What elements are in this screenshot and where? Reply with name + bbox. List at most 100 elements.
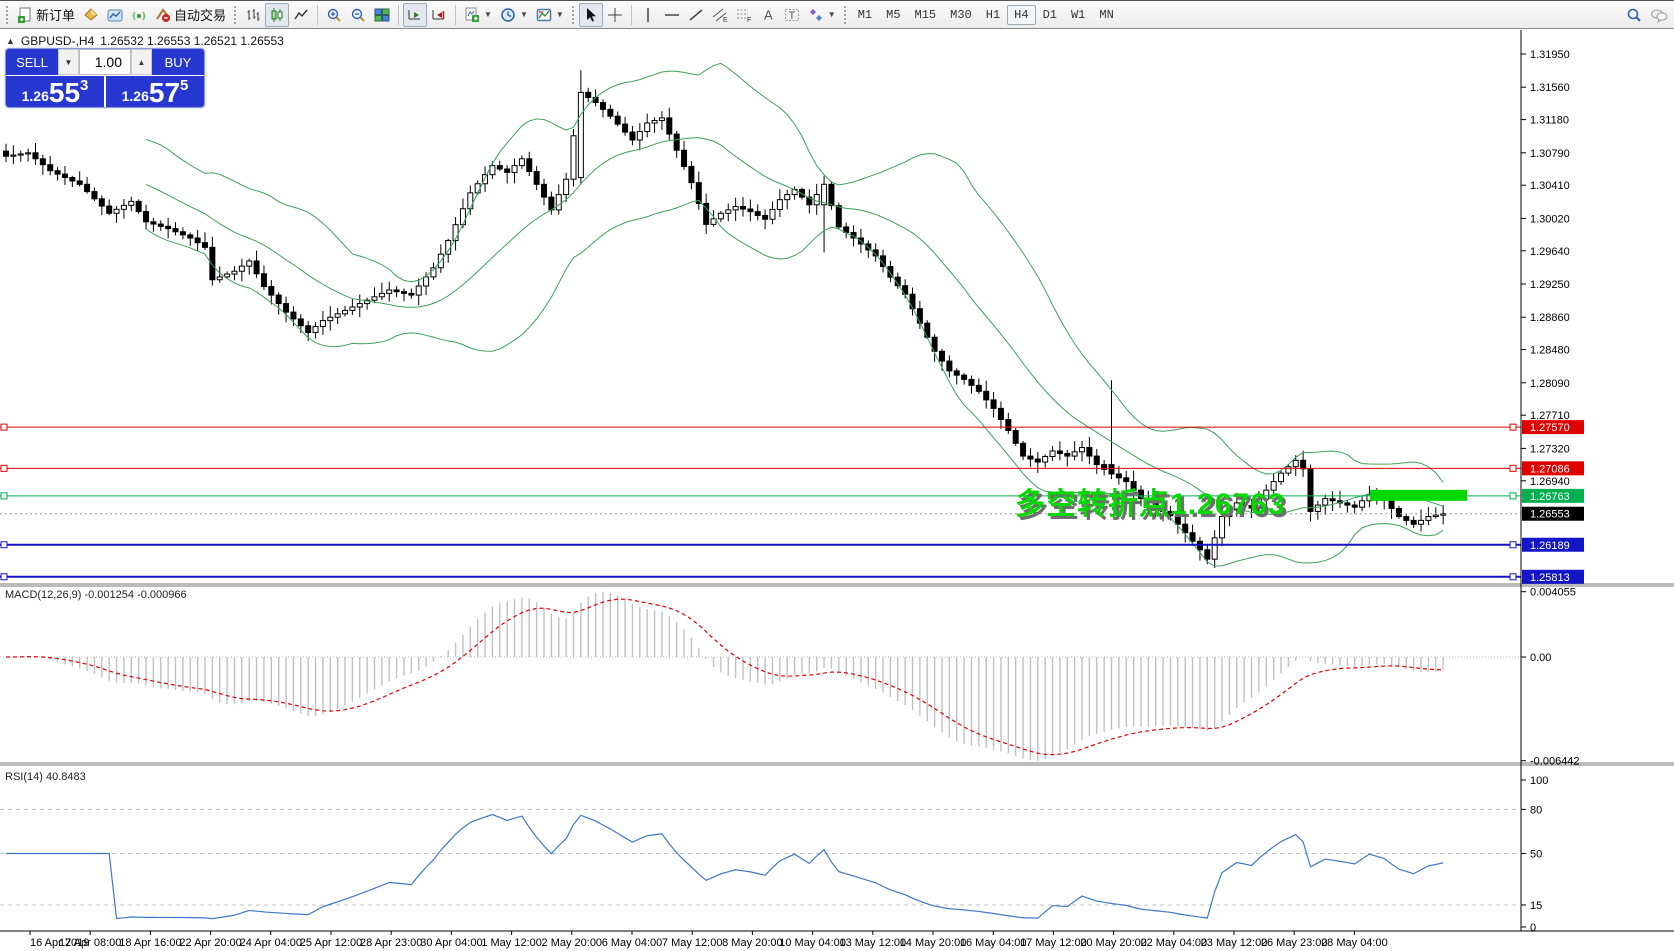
svg-text:100: 100 (1530, 775, 1548, 787)
fibonacci-button[interactable]: F (732, 3, 756, 27)
hline-handle[interactable] (1, 493, 7, 499)
text-label-icon: T (784, 7, 800, 23)
svg-text:-0.006442: -0.006442 (1530, 756, 1580, 768)
cursor-button[interactable] (579, 3, 603, 27)
rsi-pane[interactable] (0, 809, 1521, 918)
svg-text:10 May 04:00: 10 May 04:00 (779, 937, 846, 949)
line-chart-icon (293, 7, 309, 23)
timeframe-m15[interactable]: M15 (908, 5, 944, 25)
auto-trading-button[interactable]: 自动交易 (151, 3, 230, 27)
highlight-zone-bar[interactable] (1370, 490, 1467, 501)
hline-handle[interactable] (1510, 542, 1516, 548)
macd-pane[interactable] (0, 592, 1521, 761)
chart-shift-icon (431, 7, 447, 23)
buy-price-prefix: 1.26 (122, 88, 149, 104)
svg-text:1 May 12:00: 1 May 12:00 (481, 937, 542, 949)
candlestick-button[interactable] (265, 3, 289, 27)
indicators-button[interactable]: ▼ (460, 3, 496, 27)
buy-price-panel[interactable]: 1.26 57 5 (106, 76, 204, 107)
periods-icon (500, 7, 516, 23)
bar-chart-button[interactable] (241, 3, 265, 27)
vertical-line-button[interactable] (636, 3, 660, 27)
hline-handle[interactable] (1, 574, 7, 580)
trendline-button[interactable] (684, 3, 708, 27)
hline-handle[interactable] (1510, 574, 1516, 580)
chart-area[interactable]: 1.319501.315601.311801.307901.304101.300… (0, 30, 1674, 951)
line-chart-button[interactable] (289, 3, 313, 27)
svg-text:15: 15 (1530, 900, 1542, 912)
sell-button[interactable]: SELL (6, 49, 58, 75)
text-button[interactable]: A (756, 3, 780, 27)
symbol-info-line: ▲ GBPUSD-,H4 1.26532 1.26553 1.26521 1.2… (6, 34, 284, 48)
sell-price-big: 55 (49, 80, 80, 106)
toolbar-grip[interactable] (5, 5, 10, 25)
timeframe-h1[interactable]: H1 (979, 5, 1007, 25)
timeframe-w1[interactable]: W1 (1064, 5, 1092, 25)
buy-price-big: 57 (149, 80, 180, 106)
horizontal-line-button[interactable] (660, 3, 684, 27)
zoom-in-button[interactable] (322, 3, 346, 27)
hline-handle[interactable] (1, 542, 7, 548)
tile-windows-button[interactable] (370, 3, 394, 27)
svg-text:0.00: 0.00 (1530, 652, 1551, 664)
toolbar-grip[interactable] (233, 5, 238, 25)
toolbar-grip[interactable] (843, 5, 848, 25)
styler-icon (83, 7, 99, 23)
svg-text:22 Apr 20:00: 22 Apr 20:00 (179, 937, 241, 949)
chart-annotation-text[interactable]: 多空转折点1.26763 (1015, 479, 1285, 523)
one-click-trading-panel: SELL ▼ ▲ BUY 1.26 55 3 1.26 57 5 (5, 48, 205, 108)
volume-increase-button[interactable]: ▲ (131, 49, 152, 75)
timeframe-mn[interactable]: MN (1092, 5, 1120, 25)
svg-text:24 Apr 04:00: 24 Apr 04:00 (240, 937, 302, 949)
sell-price-panel[interactable]: 1.26 55 3 (6, 76, 104, 107)
price-axis[interactable]: 1.319501.315601.311801.307901.304101.300… (1521, 49, 1584, 934)
periods-button[interactable]: ▼ (496, 3, 532, 27)
search-button[interactable] (1622, 3, 1646, 27)
svg-text:2 May 20:00: 2 May 20:00 (542, 937, 603, 949)
timeframe-d1[interactable]: D1 (1036, 5, 1064, 25)
toolbar-grip[interactable] (571, 5, 576, 25)
search-icon (1626, 7, 1642, 23)
crosshair-button[interactable] (603, 3, 627, 27)
chart-canvas[interactable]: 1.319501.315601.311801.307901.304101.300… (0, 30, 1674, 951)
hline-handle[interactable] (1510, 424, 1516, 430)
new-order-button[interactable]: 新订单 (13, 3, 79, 27)
main-toolbar: 新订单 自动交易 (0, 1, 1674, 29)
zoom-in-icon (326, 7, 342, 23)
svg-text:1.30790: 1.30790 (1530, 148, 1570, 160)
signal-button[interactable] (127, 3, 151, 27)
chat-button[interactable] (1646, 3, 1672, 27)
buy-button[interactable]: BUY (152, 49, 204, 75)
sell-price-sup: 3 (80, 77, 88, 94)
svg-text:1.26189: 1.26189 (1530, 540, 1570, 552)
channel-button[interactable]: E (708, 3, 732, 27)
svg-text:25 Apr 12:00: 25 Apr 12:00 (300, 937, 362, 949)
zoom-out-button[interactable] (346, 3, 370, 27)
svg-text:1.25813: 1.25813 (1530, 572, 1570, 584)
candlestick-icon (269, 7, 285, 23)
chart-window-button[interactable] (103, 3, 127, 27)
svg-text:13 May 12:00: 13 May 12:00 (839, 937, 906, 949)
date-axis[interactable]: 16 Apr 201917 Apr 08:0018 Apr 16:0022 Ap… (30, 931, 1388, 949)
collapse-panel-icon[interactable]: ▲ (6, 36, 15, 46)
volume-decrease-button[interactable]: ▼ (58, 49, 79, 75)
fibonacci-icon: F (736, 7, 752, 23)
styler-button[interactable] (79, 3, 103, 27)
shapes-button[interactable]: ▼ (804, 3, 840, 27)
svg-text:1.30020: 1.30020 (1530, 213, 1570, 225)
crosshair-icon (607, 7, 623, 23)
auto-scroll-button[interactable] (403, 3, 427, 27)
hline-handle[interactable] (1510, 465, 1516, 471)
text-label-button[interactable]: T (780, 3, 804, 27)
timeframe-m1[interactable]: M1 (851, 5, 879, 25)
hline-handle[interactable] (1, 465, 7, 471)
hline-handle[interactable] (1510, 493, 1516, 499)
chart-shift-button[interactable] (427, 3, 451, 27)
svg-text:16 May 04:00: 16 May 04:00 (960, 937, 1027, 949)
hline-handle[interactable] (1, 424, 7, 430)
timeframe-m5[interactable]: M5 (879, 5, 907, 25)
timeframe-m30[interactable]: M30 (943, 5, 979, 25)
volume-input[interactable] (79, 49, 131, 75)
template-button[interactable]: ▼ (532, 3, 568, 27)
timeframe-h4[interactable]: H4 (1007, 5, 1035, 25)
